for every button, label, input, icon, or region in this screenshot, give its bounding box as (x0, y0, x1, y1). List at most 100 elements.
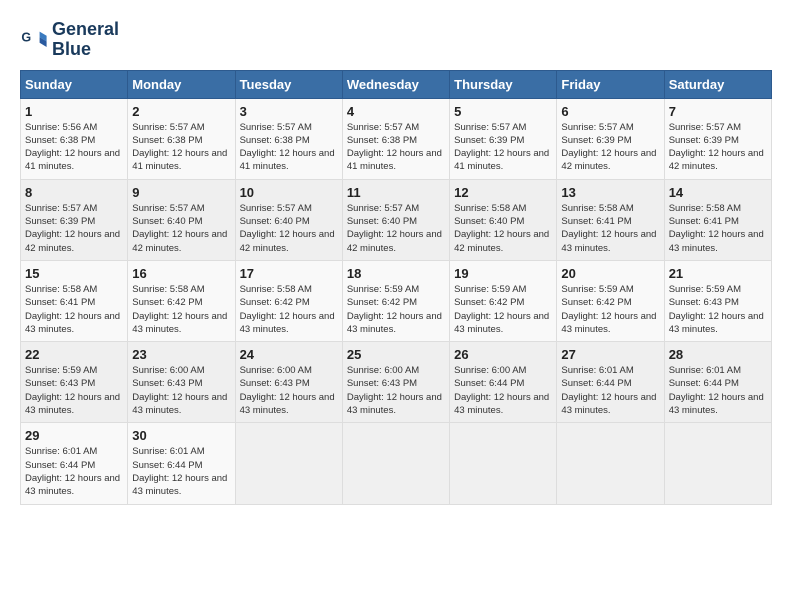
day-info: Sunrise: 5:57 AM Sunset: 6:39 PM Dayligh… (25, 202, 123, 255)
calendar-cell: 8 Sunrise: 5:57 AM Sunset: 6:39 PM Dayli… (21, 179, 128, 260)
header: G General Blue (20, 20, 772, 60)
calendar-cell (342, 423, 449, 504)
calendar-cell (557, 423, 664, 504)
day-number: 21 (669, 266, 767, 281)
day-info: Sunrise: 5:57 AM Sunset: 6:39 PM Dayligh… (454, 121, 552, 174)
day-info: Sunrise: 5:58 AM Sunset: 6:40 PM Dayligh… (454, 202, 552, 255)
day-number: 26 (454, 347, 552, 362)
weekday-header-wednesday: Wednesday (342, 70, 449, 98)
calendar-cell: 11 Sunrise: 5:57 AM Sunset: 6:40 PM Dayl… (342, 179, 449, 260)
day-info: Sunrise: 5:57 AM Sunset: 6:40 PM Dayligh… (132, 202, 230, 255)
day-number: 6 (561, 104, 659, 119)
day-number: 22 (25, 347, 123, 362)
day-number: 8 (25, 185, 123, 200)
day-number: 9 (132, 185, 230, 200)
day-info: Sunrise: 5:57 AM Sunset: 6:39 PM Dayligh… (561, 121, 659, 174)
calendar-cell: 19 Sunrise: 5:59 AM Sunset: 6:42 PM Dayl… (450, 260, 557, 341)
day-info: Sunrise: 5:59 AM Sunset: 6:42 PM Dayligh… (454, 283, 552, 336)
day-info: Sunrise: 5:59 AM Sunset: 6:42 PM Dayligh… (347, 283, 445, 336)
day-number: 7 (669, 104, 767, 119)
calendar-cell: 22 Sunrise: 5:59 AM Sunset: 6:43 PM Dayl… (21, 342, 128, 423)
day-info: Sunrise: 5:59 AM Sunset: 6:42 PM Dayligh… (561, 283, 659, 336)
day-number: 19 (454, 266, 552, 281)
day-number: 28 (669, 347, 767, 362)
weekday-header-sunday: Sunday (21, 70, 128, 98)
day-number: 11 (347, 185, 445, 200)
day-number: 23 (132, 347, 230, 362)
calendar-cell: 6 Sunrise: 5:57 AM Sunset: 6:39 PM Dayli… (557, 98, 664, 179)
day-info: Sunrise: 5:58 AM Sunset: 6:41 PM Dayligh… (561, 202, 659, 255)
day-info: Sunrise: 5:57 AM Sunset: 6:38 PM Dayligh… (132, 121, 230, 174)
day-number: 20 (561, 266, 659, 281)
calendar-cell: 23 Sunrise: 6:00 AM Sunset: 6:43 PM Dayl… (128, 342, 235, 423)
day-number: 14 (669, 185, 767, 200)
calendar-cell: 16 Sunrise: 5:58 AM Sunset: 6:42 PM Dayl… (128, 260, 235, 341)
day-info: Sunrise: 6:01 AM Sunset: 6:44 PM Dayligh… (132, 445, 230, 498)
day-number: 12 (454, 185, 552, 200)
calendar-cell: 14 Sunrise: 5:58 AM Sunset: 6:41 PM Dayl… (664, 179, 771, 260)
calendar-cell: 29 Sunrise: 6:01 AM Sunset: 6:44 PM Dayl… (21, 423, 128, 504)
calendar-cell: 20 Sunrise: 5:59 AM Sunset: 6:42 PM Dayl… (557, 260, 664, 341)
weekday-header-monday: Monday (128, 70, 235, 98)
day-info: Sunrise: 6:00 AM Sunset: 6:43 PM Dayligh… (347, 364, 445, 417)
calendar-cell: 21 Sunrise: 5:59 AM Sunset: 6:43 PM Dayl… (664, 260, 771, 341)
day-number: 27 (561, 347, 659, 362)
day-info: Sunrise: 5:57 AM Sunset: 6:39 PM Dayligh… (669, 121, 767, 174)
calendar-week-5: 29 Sunrise: 6:01 AM Sunset: 6:44 PM Dayl… (21, 423, 772, 504)
calendar-cell: 28 Sunrise: 6:01 AM Sunset: 6:44 PM Dayl… (664, 342, 771, 423)
calendar-cell: 10 Sunrise: 5:57 AM Sunset: 6:40 PM Dayl… (235, 179, 342, 260)
calendar-cell: 25 Sunrise: 6:00 AM Sunset: 6:43 PM Dayl… (342, 342, 449, 423)
day-info: Sunrise: 5:57 AM Sunset: 6:40 PM Dayligh… (347, 202, 445, 255)
calendar: SundayMondayTuesdayWednesdayThursdayFrid… (20, 70, 772, 505)
calendar-header: SundayMondayTuesdayWednesdayThursdayFrid… (21, 70, 772, 98)
day-info: Sunrise: 5:58 AM Sunset: 6:41 PM Dayligh… (25, 283, 123, 336)
calendar-cell: 24 Sunrise: 6:00 AM Sunset: 6:43 PM Dayl… (235, 342, 342, 423)
day-number: 3 (240, 104, 338, 119)
day-info: Sunrise: 5:57 AM Sunset: 6:38 PM Dayligh… (240, 121, 338, 174)
day-number: 24 (240, 347, 338, 362)
day-number: 5 (454, 104, 552, 119)
calendar-cell: 18 Sunrise: 5:59 AM Sunset: 6:42 PM Dayl… (342, 260, 449, 341)
day-info: Sunrise: 5:58 AM Sunset: 6:42 PM Dayligh… (132, 283, 230, 336)
calendar-cell: 12 Sunrise: 5:58 AM Sunset: 6:40 PM Dayl… (450, 179, 557, 260)
day-number: 2 (132, 104, 230, 119)
calendar-cell: 2 Sunrise: 5:57 AM Sunset: 6:38 PM Dayli… (128, 98, 235, 179)
calendar-cell: 15 Sunrise: 5:58 AM Sunset: 6:41 PM Dayl… (21, 260, 128, 341)
day-info: Sunrise: 6:00 AM Sunset: 6:43 PM Dayligh… (132, 364, 230, 417)
day-info: Sunrise: 5:57 AM Sunset: 6:40 PM Dayligh… (240, 202, 338, 255)
calendar-cell: 26 Sunrise: 6:00 AM Sunset: 6:44 PM Dayl… (450, 342, 557, 423)
day-info: Sunrise: 6:01 AM Sunset: 6:44 PM Dayligh… (561, 364, 659, 417)
day-number: 10 (240, 185, 338, 200)
logo-icon: G (20, 26, 48, 54)
weekday-header-saturday: Saturday (664, 70, 771, 98)
calendar-cell (664, 423, 771, 504)
calendar-week-3: 15 Sunrise: 5:58 AM Sunset: 6:41 PM Dayl… (21, 260, 772, 341)
day-info: Sunrise: 6:01 AM Sunset: 6:44 PM Dayligh… (669, 364, 767, 417)
calendar-week-4: 22 Sunrise: 5:59 AM Sunset: 6:43 PM Dayl… (21, 342, 772, 423)
weekday-header-tuesday: Tuesday (235, 70, 342, 98)
calendar-cell: 5 Sunrise: 5:57 AM Sunset: 6:39 PM Dayli… (450, 98, 557, 179)
day-info: Sunrise: 5:56 AM Sunset: 6:38 PM Dayligh… (25, 121, 123, 174)
day-number: 15 (25, 266, 123, 281)
day-number: 4 (347, 104, 445, 119)
day-number: 30 (132, 428, 230, 443)
weekday-header-friday: Friday (557, 70, 664, 98)
day-info: Sunrise: 5:59 AM Sunset: 6:43 PM Dayligh… (25, 364, 123, 417)
weekday-header-thursday: Thursday (450, 70, 557, 98)
svg-text:G: G (21, 30, 31, 44)
calendar-cell: 9 Sunrise: 5:57 AM Sunset: 6:40 PM Dayli… (128, 179, 235, 260)
calendar-cell: 13 Sunrise: 5:58 AM Sunset: 6:41 PM Dayl… (557, 179, 664, 260)
day-info: Sunrise: 6:00 AM Sunset: 6:43 PM Dayligh… (240, 364, 338, 417)
calendar-week-1: 1 Sunrise: 5:56 AM Sunset: 6:38 PM Dayli… (21, 98, 772, 179)
calendar-cell: 27 Sunrise: 6:01 AM Sunset: 6:44 PM Dayl… (557, 342, 664, 423)
day-info: Sunrise: 6:01 AM Sunset: 6:44 PM Dayligh… (25, 445, 123, 498)
day-info: Sunrise: 5:58 AM Sunset: 6:41 PM Dayligh… (669, 202, 767, 255)
calendar-cell: 3 Sunrise: 5:57 AM Sunset: 6:38 PM Dayli… (235, 98, 342, 179)
logo-text: General Blue (52, 20, 119, 60)
day-info: Sunrise: 5:59 AM Sunset: 6:43 PM Dayligh… (669, 283, 767, 336)
day-number: 17 (240, 266, 338, 281)
calendar-cell: 30 Sunrise: 6:01 AM Sunset: 6:44 PM Dayl… (128, 423, 235, 504)
day-number: 25 (347, 347, 445, 362)
day-number: 29 (25, 428, 123, 443)
calendar-cell: 7 Sunrise: 5:57 AM Sunset: 6:39 PM Dayli… (664, 98, 771, 179)
